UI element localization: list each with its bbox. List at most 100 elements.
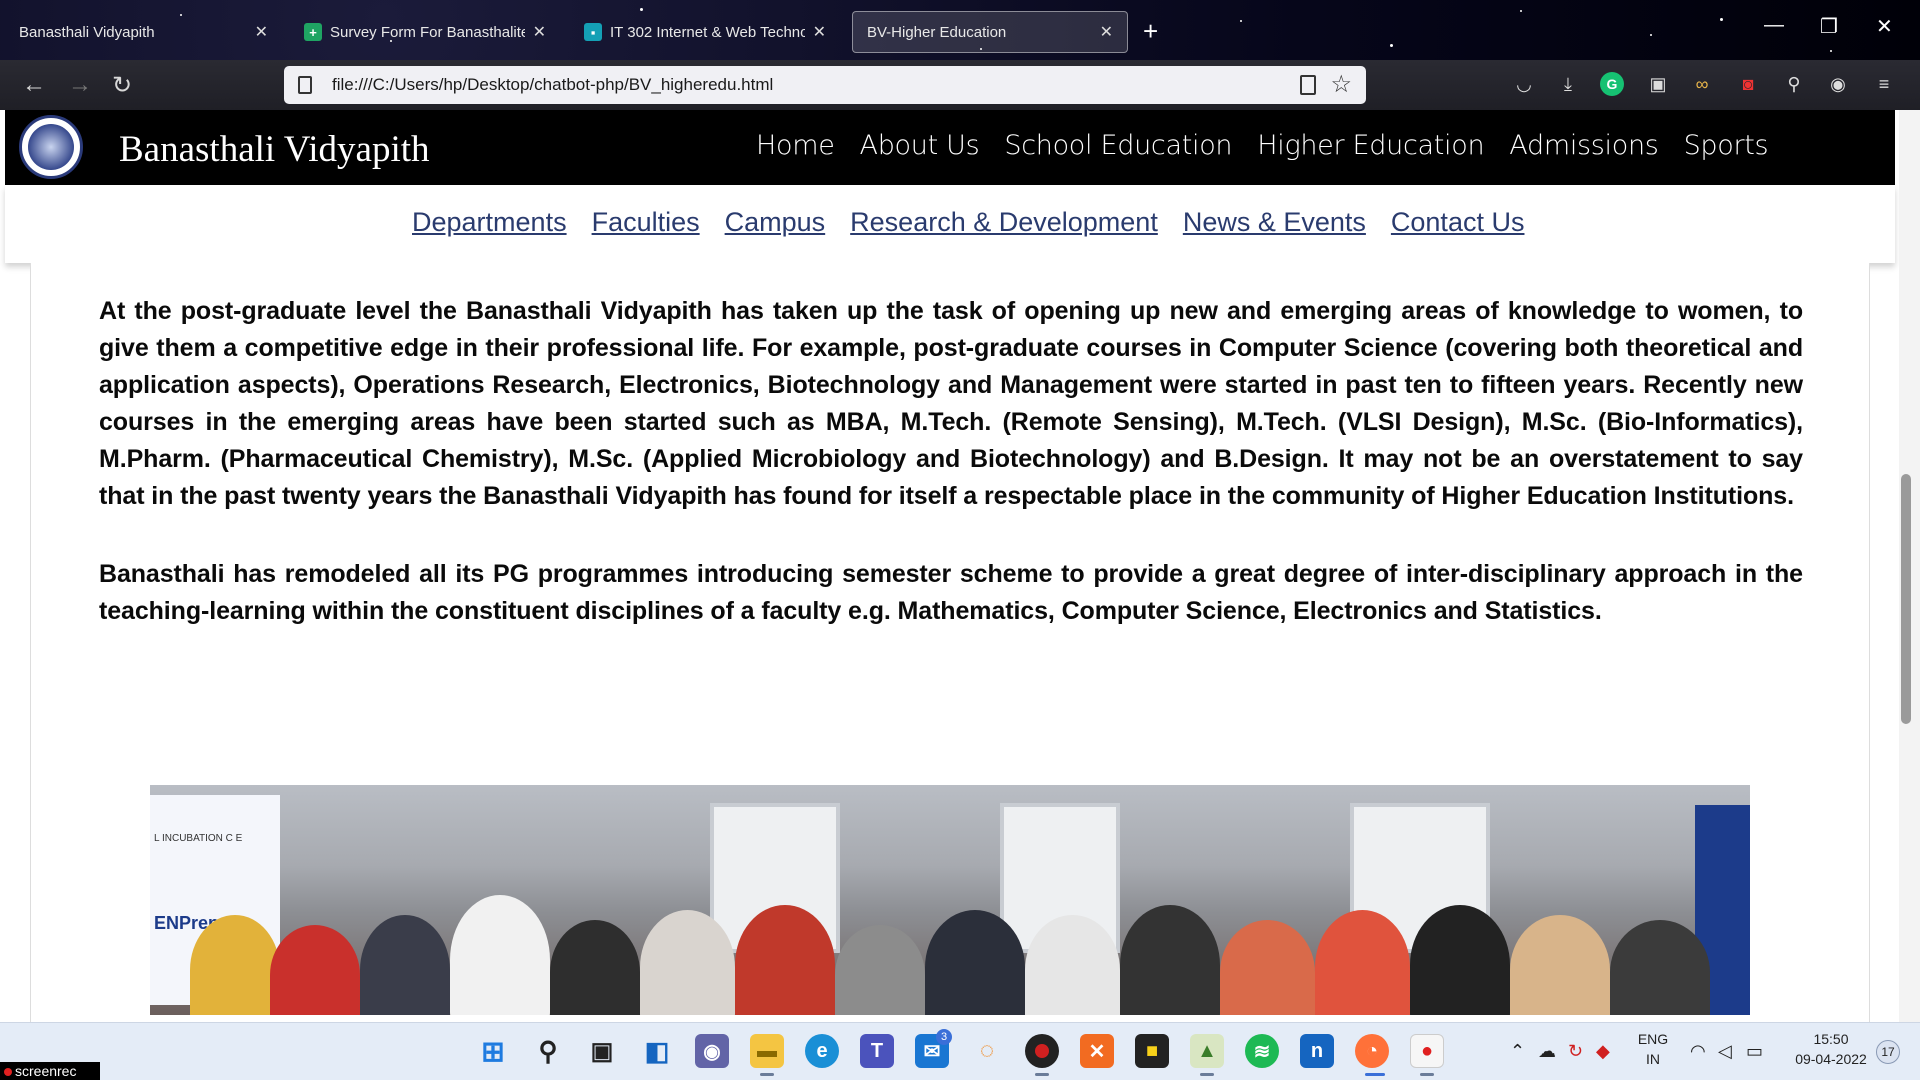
person xyxy=(835,925,925,1015)
search-icon[interactable]: ⚲ xyxy=(531,1034,565,1068)
person xyxy=(1610,920,1710,1015)
restore-button[interactable]: ❐ xyxy=(1820,14,1838,39)
widgets-icon[interactable]: ◧ xyxy=(640,1034,674,1068)
tab-title: Banasthali Vidyapith xyxy=(19,23,155,41)
menu-icon[interactable]: ≡ xyxy=(1872,72,1896,96)
new-tab-button[interactable]: + xyxy=(1143,16,1158,47)
menu-item-sports[interactable]: Sports xyxy=(1684,130,1769,161)
region-indicator[interactable]: IN xyxy=(1636,1051,1670,1067)
close-icon[interactable]: ✕ xyxy=(533,22,546,42)
notification-count-badge[interactable]: 17 xyxy=(1876,1040,1900,1064)
star-decor xyxy=(1720,18,1723,21)
star-decor xyxy=(1650,34,1652,36)
edge-icon[interactable]: e xyxy=(805,1034,839,1068)
banasthali-logo[interactable] xyxy=(19,115,83,179)
battery-icon[interactable]: ▭ xyxy=(1746,1041,1763,1062)
wifi-icon[interactable]: ◠ xyxy=(1690,1041,1706,1062)
app-tray-icon[interactable]: ◆ xyxy=(1596,1041,1610,1062)
zoom-extension-icon[interactable]: ⚲ xyxy=(1782,72,1806,96)
submenu-news-events[interactable]: News & Events xyxy=(1183,207,1366,238)
submenu-contact-us[interactable]: Contact Us xyxy=(1391,207,1525,238)
jupyter-icon[interactable]: ◌ xyxy=(970,1034,1004,1068)
volume-icon[interactable]: ◁ xyxy=(1718,1041,1732,1062)
group-photo: L INCUBATION C E ENPren xyxy=(150,785,1750,1015)
browser-tab-strip: Banasthali Vidyapith ✕ + Survey Form For… xyxy=(0,0,1920,60)
forward-arrow-icon[interactable]: → xyxy=(68,71,92,99)
record-dot-icon xyxy=(4,1068,12,1076)
submenu-faculties[interactable]: Faculties xyxy=(592,207,700,238)
download-icon[interactable]: ⤓ xyxy=(1556,72,1580,96)
paragraph-pg-courses: At the post-graduate level the Banasthal… xyxy=(99,297,1803,510)
teams-chat-icon[interactable]: ◉ xyxy=(695,1034,729,1068)
camera-extension-icon[interactable]: ◙ xyxy=(1736,72,1760,96)
clock-time[interactable]: 15:50 xyxy=(1786,1031,1876,1047)
image-viewer-icon[interactable]: ▲ xyxy=(1190,1034,1224,1068)
browser-navigation-bar: ← → ↻ file:///C:/Users/hp/Desktop/chatbo… xyxy=(0,60,1920,110)
address-bar[interactable]: file:///C:/Users/hp/Desktop/chatbot-php/… xyxy=(284,66,1366,104)
main-menu: Home About Us School Education Higher Ed… xyxy=(756,130,1793,161)
onedrive-icon[interactable]: ☁ xyxy=(1538,1041,1556,1062)
tab-banasthali-vidyapith[interactable]: Banasthali Vidyapith ✕ xyxy=(5,11,282,53)
teams-icon[interactable]: T xyxy=(860,1034,894,1068)
person xyxy=(735,905,835,1015)
star-decor xyxy=(1240,20,1242,22)
back-arrow-icon[interactable]: ← xyxy=(22,71,46,99)
language-indicator[interactable]: ENG xyxy=(1636,1031,1670,1047)
page-icon xyxy=(298,76,312,94)
lock-extension-icon[interactable]: ▣ xyxy=(1646,72,1670,96)
tab-title: Survey Form For Banasthalites ( xyxy=(330,23,525,41)
active-indicator xyxy=(1035,1073,1049,1076)
person xyxy=(1315,910,1410,1015)
minimize-button[interactable]: — xyxy=(1764,14,1784,37)
reload-icon[interactable]: ↻ xyxy=(112,71,132,100)
tab-it302[interactable]: ▪ IT 302 Internet & Web Technolo ✕ xyxy=(570,11,840,53)
person xyxy=(550,920,640,1015)
tab-bv-higher-education[interactable]: BV-Higher Education ✕ xyxy=(852,11,1128,53)
notion-icon[interactable]: n xyxy=(1300,1034,1334,1068)
person xyxy=(360,915,450,1015)
clock-date[interactable]: 09-04-2022 xyxy=(1786,1051,1876,1067)
person xyxy=(1510,915,1610,1015)
task-view-icon[interactable]: ▣ xyxy=(585,1034,619,1068)
glasses-extension-icon[interactable]: ∞ xyxy=(1690,72,1714,96)
submenu-campus[interactable]: Campus xyxy=(725,207,826,238)
file-explorer-icon[interactable]: ▬ xyxy=(750,1034,784,1068)
menu-item-about-us[interactable]: About Us xyxy=(860,130,980,161)
sticky-notes-icon[interactable]: ■ xyxy=(1135,1034,1169,1068)
close-icon[interactable]: ✕ xyxy=(255,22,268,42)
menu-item-home[interactable]: Home xyxy=(756,130,835,161)
classroom-icon: ▪ xyxy=(584,23,602,41)
tab-survey-form[interactable]: + Survey Form For Banasthalites ( ✕ xyxy=(290,11,560,53)
menu-item-admissions[interactable]: Admissions xyxy=(1509,130,1659,161)
menu-item-higher-education[interactable]: Higher Education xyxy=(1257,130,1484,161)
grammarly-icon[interactable]: G xyxy=(1600,72,1624,96)
submenu-research-development[interactable]: Research & Development xyxy=(850,207,1158,238)
close-icon[interactable]: ✕ xyxy=(1100,22,1113,42)
obs-record-icon[interactable] xyxy=(1025,1034,1059,1068)
account-extension-icon[interactable]: ◉ xyxy=(1826,72,1850,96)
star-decor xyxy=(1520,10,1522,12)
firefox-icon[interactable]: ◔ xyxy=(1355,1034,1389,1068)
close-icon[interactable]: ✕ xyxy=(813,22,826,42)
xampp-icon[interactable]: ✕ xyxy=(1080,1034,1114,1068)
crowd xyxy=(190,895,1710,1015)
windows-start-icon[interactable]: ⊞ xyxy=(476,1034,510,1068)
person xyxy=(450,895,550,1015)
close-window-button[interactable]: ✕ xyxy=(1876,14,1893,39)
spotify-icon[interactable]: ≋ xyxy=(1245,1034,1279,1068)
url-text: file:///C:/Users/hp/Desktop/chatbot-php/… xyxy=(332,75,774,94)
menu-item-school-education[interactable]: School Education xyxy=(1004,130,1232,161)
logo-emblem-icon xyxy=(28,124,74,170)
sheets-icon: + xyxy=(304,23,322,41)
bookmark-star-icon[interactable]: ☆ xyxy=(1330,70,1352,99)
site-header: Banasthali Vidyapith Home About Us Schoo… xyxy=(5,110,1895,185)
submenu-departments[interactable]: Departments xyxy=(412,207,567,238)
reader-view-icon[interactable] xyxy=(1300,75,1316,95)
sync-icon[interactable]: ↻ xyxy=(1568,1041,1583,1062)
screenrec-app-icon[interactable]: ● xyxy=(1410,1034,1444,1068)
chevron-up-icon[interactable]: ⌃ xyxy=(1510,1041,1525,1062)
page-scrollbar-thumb[interactable] xyxy=(1901,474,1911,724)
pocket-icon[interactable]: ◡ xyxy=(1512,72,1536,96)
site-title[interactable]: Banasthali Vidyapith xyxy=(119,128,430,171)
person xyxy=(1025,915,1120,1015)
